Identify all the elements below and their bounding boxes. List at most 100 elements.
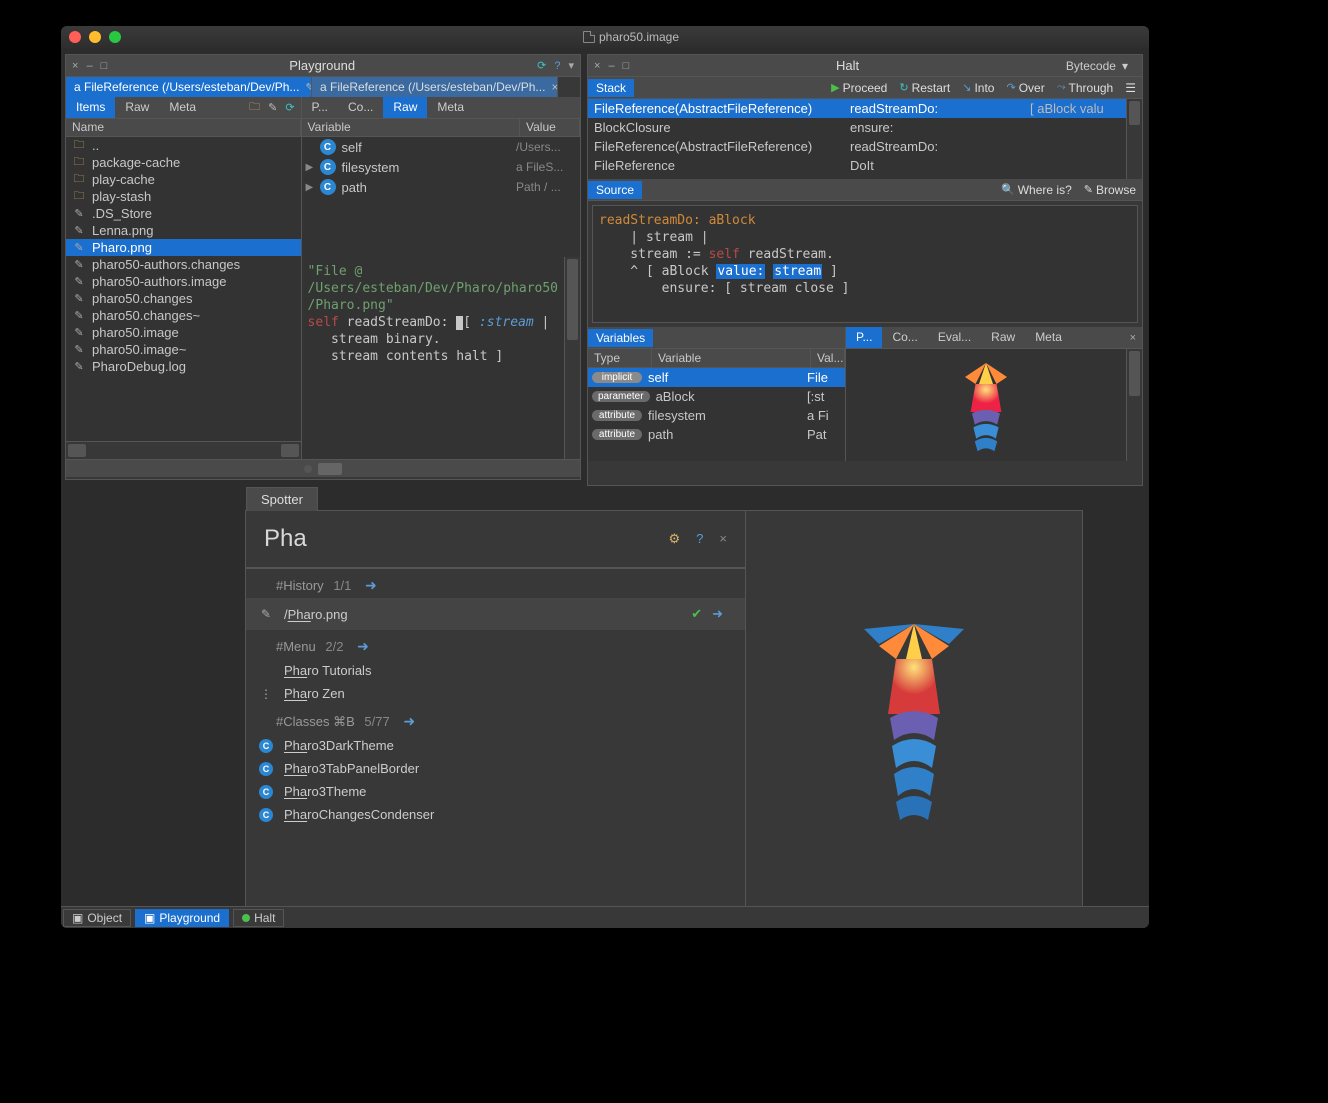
close-icon[interactable]: [69, 31, 81, 43]
proceed-button[interactable]: ▶Proceed: [825, 81, 893, 95]
tab-raw[interactable]: Raw: [383, 97, 427, 118]
file-row[interactable]: ✎.DS_Store: [66, 205, 301, 222]
check-icon[interactable]: ✔: [691, 606, 702, 622]
column-name[interactable]: Name: [66, 119, 301, 136]
where-is-button[interactable]: 🔍Where is?: [995, 183, 1078, 197]
tab-co[interactable]: Co...: [338, 97, 383, 118]
expand-icon[interactable]: ▶: [306, 162, 320, 173]
stack-row[interactable]: FileReference(AbstractFileReference)read…: [588, 137, 1126, 156]
tab-raw[interactable]: Raw: [981, 327, 1025, 348]
close-icon[interactable]: ×: [1130, 332, 1136, 344]
file-row[interactable]: ✎PharoDebug.log: [66, 358, 301, 375]
spotter-item[interactable]: Pharo Tutorials: [246, 659, 745, 682]
file-row[interactable]: ✎pharo50.changes~: [66, 307, 301, 324]
chevron-down-icon[interactable]: ▾: [568, 59, 574, 72]
tab-raw[interactable]: Raw: [115, 97, 159, 118]
maximize-icon[interactable]: □: [623, 60, 630, 72]
maximize-icon[interactable]: □: [101, 60, 108, 72]
menu-icon[interactable]: ☰: [1119, 81, 1142, 95]
tab-p[interactable]: P...: [302, 97, 338, 118]
zoom-icon[interactable]: [109, 31, 121, 43]
column-variable[interactable]: Variable: [652, 349, 811, 367]
column-value[interactable]: Val...: [811, 349, 845, 367]
tab-meta[interactable]: Meta: [159, 97, 206, 118]
stack-list[interactable]: FileReference(AbstractFileReference)read…: [588, 99, 1126, 179]
variable-row[interactable]: implicitselfFile: [588, 368, 845, 387]
spotter-item[interactable]: ✎/Pharo.png✔➜: [246, 598, 745, 630]
spotter-item[interactable]: CPharo3TabPanelBorder: [246, 757, 745, 780]
file-row[interactable]: ✎Pharo.png: [66, 239, 301, 256]
file-row[interactable]: 🗀..: [66, 137, 301, 154]
spotter-item[interactable]: CPharo3DarkTheme: [246, 734, 745, 757]
file-list[interactable]: 🗀..🗀package-cache🗀play-cache🗀play-stash✎…: [66, 137, 301, 441]
spotter-results[interactable]: #History 1/1 ➜✎/Pharo.png✔➜#Menu 2/2 ➜ P…: [246, 569, 745, 927]
halt-titlebar[interactable]: × – □ Halt Bytecode▾: [588, 55, 1142, 77]
tab-items[interactable]: Items: [66, 97, 115, 118]
vscrollbar[interactable]: [564, 257, 580, 459]
playground-pager[interactable]: [66, 459, 580, 477]
taskbar-item-playground[interactable]: ▣ Playground: [135, 909, 229, 927]
bytecode-menu[interactable]: Bytecode▾: [1066, 59, 1136, 73]
restart-button[interactable]: ↻Restart: [893, 81, 956, 95]
stack-row[interactable]: FileReference(AbstractFileReference)read…: [588, 99, 1126, 118]
over-button[interactable]: ↷Over: [1000, 81, 1050, 95]
minimize-icon[interactable]: [89, 31, 101, 43]
expand-icon[interactable]: ▶: [306, 182, 320, 193]
stack-row[interactable]: FileReferenceDoIt: [588, 156, 1126, 175]
taskbar-item-halt[interactable]: Halt: [233, 909, 284, 927]
source-code[interactable]: readStreamDo: aBlock | stream | stream :…: [592, 205, 1138, 323]
playground-tab-0[interactable]: a FileReference (/Users/esteban/Dev/Ph..…: [66, 77, 312, 97]
column-value[interactable]: Value: [520, 119, 580, 136]
taskbar-item-object[interactable]: ▣ Object: [63, 909, 131, 927]
variable-row[interactable]: attributefilesystema Fi: [588, 406, 845, 425]
spotter-tab[interactable]: Spotter: [246, 487, 318, 511]
vscrollbar[interactable]: [1126, 349, 1142, 461]
variable-row[interactable]: ▶CpathPath / ...: [302, 177, 580, 197]
playground-code[interactable]: "File @ /Users/esteban/Dev/Pharo/pharo50…: [302, 257, 564, 459]
close-icon[interactable]: ×: [72, 60, 78, 72]
file-row[interactable]: ✎pharo50.changes: [66, 290, 301, 307]
help-icon[interactable]: ?: [696, 531, 703, 547]
folder-icon[interactable]: 🗀: [249, 98, 260, 117]
into-button[interactable]: ↘Into: [956, 81, 1000, 95]
variable-list[interactable]: Cself/Users...▶Cfilesystema FileS...▶Cpa…: [302, 137, 580, 257]
go-icon[interactable]: ➜: [712, 606, 723, 622]
tab-meta[interactable]: Meta: [1025, 327, 1072, 348]
file-row[interactable]: ✎pharo50-authors.changes: [66, 256, 301, 273]
minimize-icon[interactable]: –: [608, 60, 614, 72]
variable-row[interactable]: parameteraBlock[:st: [588, 387, 845, 406]
browse-button[interactable]: ✎Browse: [1078, 183, 1142, 197]
file-row[interactable]: ✎pharo50.image: [66, 324, 301, 341]
search-input[interactable]: Pha: [264, 525, 669, 553]
refresh-icon[interactable]: ⟳: [537, 59, 546, 72]
file-row[interactable]: 🗀play-cache: [66, 171, 301, 188]
playground-titlebar[interactable]: × – □ Playground ⟳ ? ▾: [66, 55, 580, 77]
gear-icon[interactable]: ⚙: [669, 531, 681, 547]
spotter-item[interactable]: CPharo3Theme: [246, 780, 745, 803]
close-icon[interactable]: ×: [551, 80, 558, 94]
through-button[interactable]: ⤳Through: [1051, 81, 1120, 95]
variable-row[interactable]: attributepathPat: [588, 425, 845, 444]
file-row[interactable]: 🗀play-stash: [66, 188, 301, 205]
tab-meta[interactable]: Meta: [427, 97, 474, 118]
variable-row[interactable]: ▶Cfilesystema FileS...: [302, 157, 580, 177]
stack-row[interactable]: BlockClosureensure:: [588, 118, 1126, 137]
file-row[interactable]: 🗀package-cache: [66, 154, 301, 171]
go-icon[interactable]: ➜: [357, 638, 369, 654]
vscrollbar[interactable]: [1126, 99, 1142, 179]
variable-row[interactable]: Cself/Users...: [302, 137, 580, 157]
pencil-icon[interactable]: ✎: [268, 101, 277, 114]
variable-list[interactable]: implicitselfFileparameteraBlock[:stattri…: [588, 368, 845, 461]
tab-co[interactable]: Co...: [882, 327, 927, 348]
tab-p[interactable]: P...: [846, 327, 882, 348]
help-icon[interactable]: ?: [554, 60, 560, 72]
go-icon[interactable]: ➜: [403, 713, 415, 729]
column-type[interactable]: Type: [588, 349, 652, 367]
playground-tab-1[interactable]: a FileReference (/Users/esteban/Dev/Ph..…: [312, 77, 558, 97]
spotter-item[interactable]: CPharoChangesCondenser: [246, 803, 745, 826]
column-variable[interactable]: Variable: [302, 119, 520, 136]
hscrollbar[interactable]: [66, 441, 301, 459]
close-icon[interactable]: ×: [594, 60, 600, 72]
spotter-search[interactable]: Pha ⚙ ? ×: [246, 511, 745, 569]
refresh-icon[interactable]: ⟳: [285, 101, 294, 114]
